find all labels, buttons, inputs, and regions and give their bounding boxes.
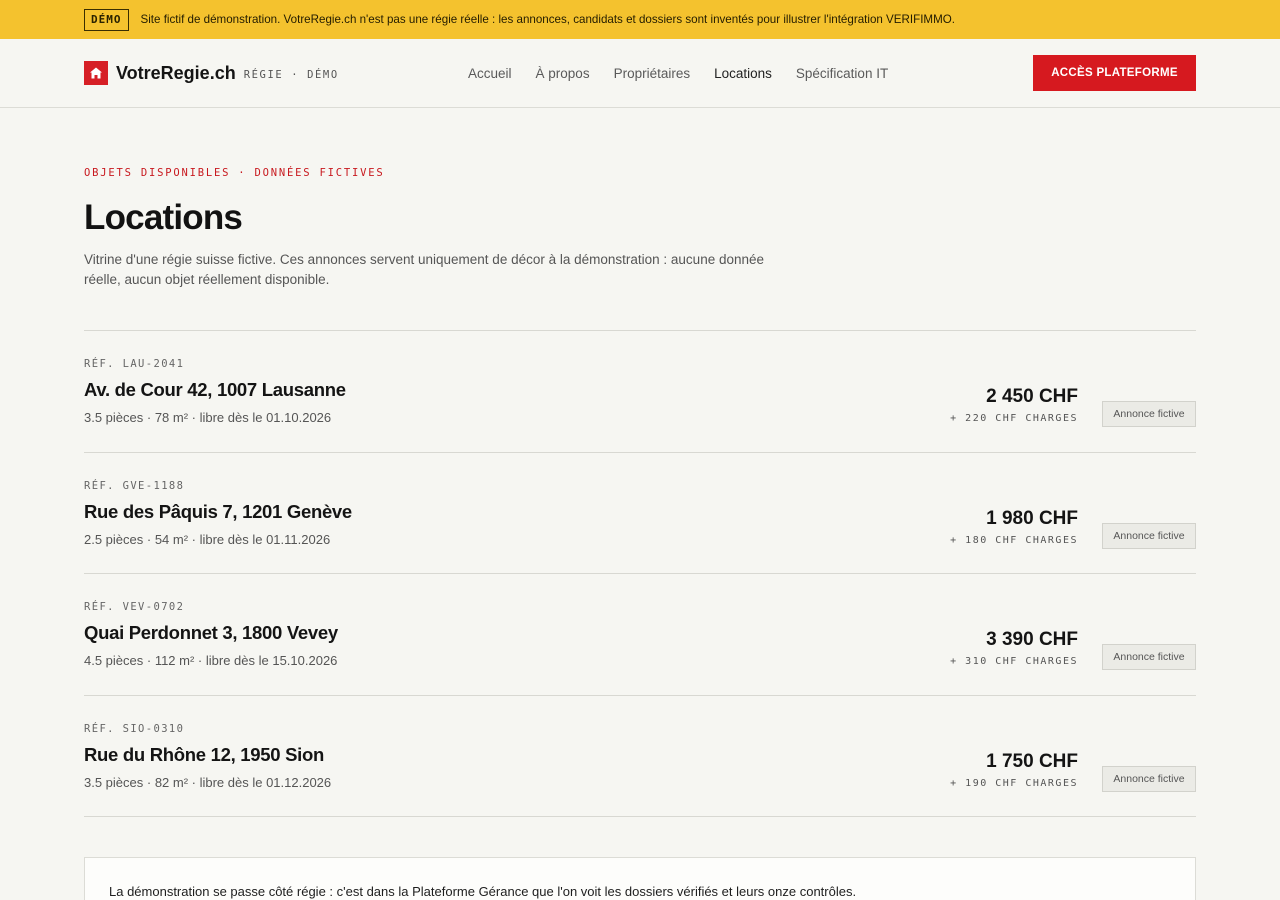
brand[interactable]: VotreRegie.ch RÉGIE · DÉMO	[84, 61, 339, 85]
brand-subtitle: RÉGIE · DÉMO	[243, 69, 339, 81]
intro-text: Vitrine d'une régie suisse fictive. Ces …	[84, 252, 765, 287]
listing-item[interactable]: RÉF. LAU-2041 Av. de Cour 42, 1007 Lausa…	[84, 331, 1196, 453]
listing-charges: + 220 CHF CHARGES	[950, 413, 1078, 424]
nav-item-accueil[interactable]: Accueil	[468, 66, 512, 81]
platform-access-button[interactable]: ACCÈS PLATEFORME	[1033, 55, 1196, 91]
listing-charges: + 180 CHF CHARGES	[950, 534, 1078, 546]
demo-badge: DÉMO	[84, 8, 129, 31]
site-header: VotreRegie.ch RÉGIE · DÉMO Accueil À pro…	[0, 39, 1280, 108]
listing-details: 2.5 pièces · 54 m² · libre dès le 01.11.…	[84, 531, 331, 547]
main-content: OBJETS DISPONIBLES · DONNÉES FICTIVES Lo…	[0, 166, 1280, 900]
listing-price: 2 450 CHF	[986, 386, 1078, 407]
listing-price: 1 980 CHF	[986, 507, 1078, 529]
demo-note-text: La démonstration se passe côté régie : c…	[109, 884, 857, 899]
listing-ref: RÉF. LAU-2041	[84, 358, 185, 370]
section-eyebrow: OBJETS DISPONIBLES · DONNÉES FICTIVES	[84, 167, 385, 179]
nav-item-locations[interactable]: Locations	[714, 66, 772, 81]
page-title: Locations	[84, 198, 243, 237]
demo-banner: DÉMO Site fictif de démonstration. Votre…	[0, 0, 1280, 39]
fictitious-badge: Annonce fictive	[1102, 522, 1196, 549]
nav-item-proprietaires[interactable]: Propriétaires	[614, 66, 691, 81]
listing-ref: RÉF. GVE-1188	[84, 479, 185, 492]
listing-details: 4.5 pièces · 112 m² · libre dès le 15.10…	[84, 653, 338, 668]
listing-charges: + 310 CHF CHARGES	[950, 656, 1078, 667]
listing-details: 3.5 pièces · 78 m² · libre dès le 01.10.…	[84, 410, 332, 425]
fictitious-badge: Annonce fictive	[1102, 765, 1196, 792]
fictitious-badge: Annonce fictive	[1102, 401, 1196, 427]
listing-price: 1 750 CHF	[986, 750, 1078, 772]
nav-item-a-propos[interactable]: À propos	[536, 66, 590, 81]
listings-list: RÉF. LAU-2041 Av. de Cour 42, 1007 Lausa…	[84, 330, 1196, 817]
listing-details: 3.5 pièces · 82 m² · libre dès le 01.12.…	[84, 774, 332, 790]
listing-address[interactable]: Rue du Rhône 12, 1950 Sion	[84, 744, 324, 766]
house-icon	[84, 61, 108, 85]
listing-price: 3 390 CHF	[986, 629, 1078, 650]
listing-item[interactable]: RÉF. VEV-0702 Quai Perdonnet 3, 1800 Vev…	[84, 574, 1196, 696]
demo-note-box: La démonstration se passe côté régie : c…	[84, 857, 1196, 900]
demo-notice-text: Site fictif de démonstration. VotreRegie…	[140, 13, 955, 26]
listing-address[interactable]: Quai Perdonnet 3, 1800 Vevey	[84, 622, 338, 644]
nav-item-specification-it[interactable]: Spécification IT	[796, 66, 888, 81]
listing-item[interactable]: RÉF. SIO-0310 Rue du Rhône 12, 1950 Sion…	[84, 696, 1196, 817]
listing-item[interactable]: RÉF. GVE-1188 Rue des Pâquis 7, 1201 Gen…	[84, 453, 1196, 574]
fictitious-badge: Annonce fictive	[1102, 644, 1196, 670]
listing-address[interactable]: Rue des Pâquis 7, 1201 Genève	[84, 501, 352, 523]
listing-address[interactable]: Av. de Cour 42, 1007 Lausanne	[84, 379, 346, 401]
main-nav: Accueil À propos Propriétaires Locations…	[468, 39, 888, 107]
listing-charges: + 190 CHF CHARGES	[950, 777, 1078, 789]
brand-name: VotreRegie.ch	[116, 62, 236, 83]
listing-ref: RÉF. SIO-0310	[84, 722, 185, 735]
listing-ref: RÉF. VEV-0702	[84, 601, 185, 613]
